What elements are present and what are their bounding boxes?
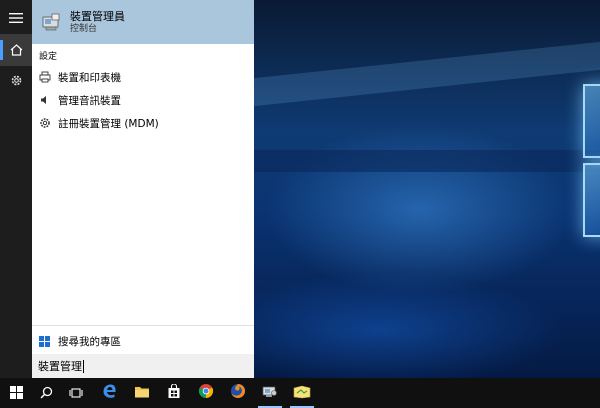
device-manager-taskbar-button[interactable] (254, 378, 286, 408)
windows-logo-icon (9, 384, 23, 403)
search-my-stuff-label: 搜尋我的專區 (58, 335, 121, 348)
windows-logo-icon (39, 332, 50, 351)
search-button[interactable] (30, 378, 62, 408)
device-manager-icon (40, 11, 62, 33)
store-taskbar-button[interactable] (158, 378, 190, 408)
edge-icon (102, 383, 118, 403)
folder-icon (134, 384, 150, 403)
chrome-taskbar-button[interactable] (190, 378, 222, 408)
best-match-subtitle: 控制台 (70, 23, 98, 34)
task-view-button[interactable] (60, 378, 92, 408)
chrome-icon (198, 383, 214, 403)
divider (32, 325, 254, 326)
result-label: 管理音訊裝置 (58, 94, 121, 107)
settings-section-header: 設定 (39, 52, 58, 62)
text-caret (83, 359, 84, 373)
light-beam (254, 41, 600, 107)
printer-icon (38, 71, 52, 83)
search-input[interactable]: 裝置管理 (32, 354, 254, 378)
file-explorer-taskbar-button[interactable] (126, 378, 158, 408)
best-match-title: 裝置管理員 (70, 9, 125, 23)
edge-taskbar-button[interactable] (94, 378, 126, 408)
gear-icon[interactable] (0, 64, 32, 96)
firefox-taskbar-button[interactable] (222, 378, 254, 408)
task-view-icon (69, 384, 83, 403)
taskbar (0, 378, 600, 408)
result-devices-printers[interactable]: 裝置和印表機 (32, 66, 254, 88)
speaker-icon (38, 94, 52, 106)
store-icon (167, 382, 181, 403)
window-logo-pane (583, 163, 600, 237)
firefox-icon (230, 383, 246, 403)
app-taskbar-button[interactable] (286, 378, 318, 408)
window-logo-pane (583, 84, 600, 158)
start-button[interactable] (0, 378, 32, 408)
hamburger-menu-icon[interactable] (0, 2, 32, 34)
result-label: 裝置和印表機 (58, 71, 121, 84)
result-label: 註冊裝置管理 (MDM) (58, 117, 159, 130)
home-icon[interactable] (0, 34, 32, 66)
start-rail (0, 0, 32, 378)
search-icon (39, 384, 53, 403)
app-icon (293, 384, 311, 403)
search-my-stuff-button[interactable]: 搜尋我的專區 (32, 330, 254, 352)
search-input-value: 裝置管理 (38, 360, 82, 373)
search-results-panel: 裝置管理員 控制台 設定 裝置和印表機 管理音訊裝置 註冊裝置管理 (MDM) … (32, 0, 254, 378)
result-audio-devices[interactable]: 管理音訊裝置 (32, 89, 254, 111)
device-manager-icon (261, 383, 279, 403)
result-enroll-mdm[interactable]: 註冊裝置管理 (MDM) (32, 112, 254, 134)
gear-icon (38, 117, 52, 129)
best-match-result[interactable]: 裝置管理員 控制台 (32, 0, 254, 44)
light-beam (254, 150, 600, 172)
